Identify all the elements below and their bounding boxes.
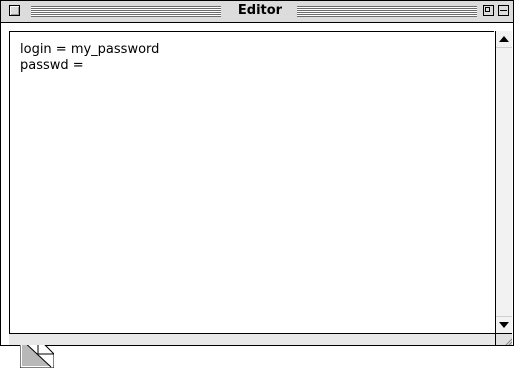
text-line-1: login = my_password [20,42,160,57]
scroll-down-arrow-icon[interactable] [496,316,512,333]
horizontal-scrollbar [9,333,495,345]
text-line-2: passwd = [20,58,84,73]
resize-grip-icon[interactable] [495,333,512,345]
editor-window: Editor login = my_password passwd = [0,0,514,368]
close-box-icon[interactable] [9,5,20,16]
title-bar-stripes-left [31,6,221,17]
title-bar[interactable]: Editor [1,1,513,23]
editor-text-area[interactable]: login = my_password passwd = [9,31,494,368]
zoom-box-icon[interactable] [483,5,494,16]
collapse-box-icon[interactable] [498,5,509,16]
window-title: Editor [227,3,293,19]
vertical-scrollbar[interactable] [495,31,512,333]
scroll-up-arrow-icon[interactable] [496,31,512,48]
title-bar-stripes-right [297,6,477,17]
